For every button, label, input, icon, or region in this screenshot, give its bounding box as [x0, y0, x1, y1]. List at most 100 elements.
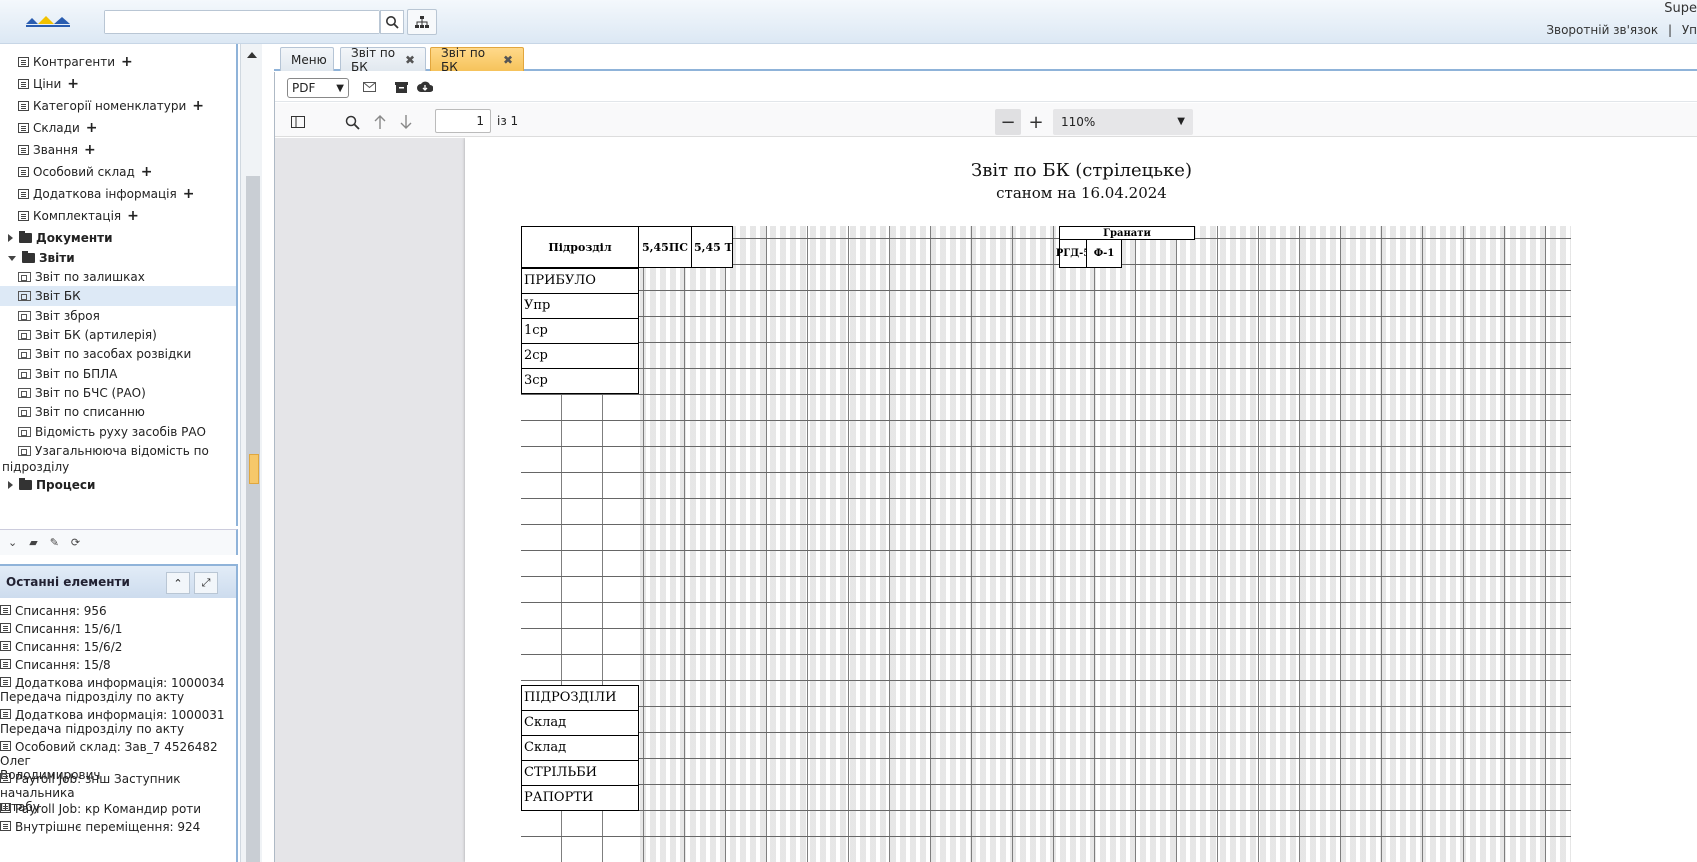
navigation-tree: Контрагенти + Ціни + Категорії номенклатури +… [0, 44, 238, 526]
sidebar-item[interactable]: Особовий склад + [0, 162, 236, 182]
list-icon [0, 641, 11, 651]
close-icon[interactable]: ✖ [405, 53, 415, 67]
recent-item[interactable]: Payroll Job: кр Командир роти [0, 802, 234, 816]
sidebar-item[interactable]: Додаткова інформація + [0, 184, 236, 204]
find-icon[interactable] [339, 109, 365, 135]
sidebar-item-label-continuation: підрозділу [2, 460, 70, 474]
edit-icon[interactable]: ✎ [50, 536, 59, 549]
sidebar-item[interactable]: Документи [0, 228, 236, 248]
sidebar-item[interactable]: Категорії номенклатури + [0, 96, 236, 116]
sidebar-item[interactable]: Процеси [0, 475, 236, 495]
recent-item[interactable]: Списання: 15/8 [0, 658, 234, 672]
zoom-in-button[interactable]: + [1023, 109, 1049, 135]
org-structure-button[interactable] [407, 9, 437, 35]
scroll-up-icon[interactable] [247, 52, 257, 58]
list-icon [0, 821, 11, 831]
recent-item[interactable]: Внутрішнє переміщення: 924 [0, 820, 234, 834]
list-icon [18, 167, 29, 177]
sidebar-item[interactable]: Звіт БК (артилерія) [0, 325, 236, 345]
cloud-download-icon[interactable] [417, 79, 433, 95]
format-select[interactable]: PDF ▼ [287, 78, 349, 98]
expand-panel-button[interactable]: ⤢ [194, 572, 218, 594]
scrollbar-thumb[interactable] [246, 176, 260, 862]
recent-item[interactable]: Додаткова информація: 1000034 Передача пі… [0, 676, 234, 704]
previous-page-icon[interactable] [367, 109, 393, 135]
sidebar-item[interactable]: Контрагенти + [0, 52, 236, 72]
page-number-input[interactable]: 1 [435, 109, 491, 133]
tab-menu[interactable]: Меню [280, 47, 334, 71]
add-icon[interactable]: + [121, 54, 133, 70]
sidebar-item[interactable]: Звання + [0, 140, 236, 160]
add-icon[interactable]: + [67, 76, 79, 92]
sidebar-item[interactable]: Звіт по засобах розвідки [0, 344, 236, 364]
add-icon[interactable]: + [183, 186, 195, 202]
zoom-value: 110% [1061, 115, 1096, 129]
feedback-link[interactable]: Зворотній зв'язок [1546, 23, 1658, 37]
recent-item[interactable]: Списання: 15/6/1 [0, 622, 234, 636]
add-icon[interactable]: + [141, 164, 153, 180]
collapsed-arrow-icon[interactable] [8, 481, 13, 489]
zoom-out-button[interactable]: − [995, 109, 1021, 135]
sidebar-item[interactable]: Склади + [0, 118, 236, 138]
add-icon[interactable]: + [86, 120, 98, 136]
tab-bk-report-1[interactable]: Звіт по БК ✖ [340, 46, 426, 74]
sidebar-item[interactable]: Звіт по БПЛА [0, 364, 236, 384]
recent-item[interactable]: Списання: 956 [0, 604, 234, 618]
collapse-all-icon[interactable]: ⌄ [8, 536, 17, 549]
folder-icon [19, 478, 32, 490]
report-subtitle: станом на 16.04.2024 [996, 184, 1167, 202]
sidebar-toggle-icon[interactable] [285, 109, 311, 135]
collapse-panel-button[interactable]: ⌃ [166, 572, 190, 594]
tab-bk-report-2[interactable]: Звіт по БК ✖ [430, 46, 524, 74]
archive-icon[interactable] [393, 79, 409, 95]
sidebar: Контрагенти + Ціни + Категорії номенклатури +… [0, 44, 240, 862]
collapsed-arrow-icon[interactable] [8, 234, 13, 242]
refresh-icon[interactable]: ⟳ [71, 536, 80, 549]
document-area[interactable]: Звіт по БК (стрілецьке) станом на 16.04.… [275, 138, 1697, 862]
search-icon [386, 16, 399, 29]
list-icon [18, 189, 29, 199]
sidebar-item[interactable]: Звіт по залишках [0, 267, 236, 287]
manage-link[interactable]: Уп [1682, 23, 1697, 37]
sidebar-item[interactable]: Звіт БК [0, 286, 236, 306]
search-button[interactable] [380, 10, 404, 34]
report-viewer: PDF ▼ 1 із 1 − + 110% ▼ Звіт по БК (стрі… [274, 72, 1697, 862]
folder-icon[interactable]: ▰ [29, 536, 37, 549]
sidebar-item-label: Комплектація [33, 209, 122, 223]
format-value: PDF [292, 81, 316, 95]
sidebar-item[interactable]: Комплектація + [0, 206, 236, 226]
zoom-select[interactable]: 110% ▼ [1053, 109, 1193, 135]
report-icon [18, 369, 31, 379]
expanded-arrow-icon[interactable] [8, 255, 16, 261]
splitter-handle[interactable] [249, 454, 259, 484]
sidebar-item[interactable]: Звіт по БЧС (РАО) [0, 383, 236, 403]
sidebar-item[interactable]: Ціни + [0, 74, 236, 94]
sidebar-item[interactable]: Відомість руху засобів РАО [0, 422, 236, 442]
recent-item-label-line2: Передача підрозділу по акту [0, 690, 185, 704]
report-row-header: Склад [521, 710, 639, 736]
add-icon[interactable]: + [84, 142, 96, 158]
close-icon[interactable]: ✖ [503, 53, 513, 67]
search-input[interactable] [105, 11, 379, 33]
sidebar-item[interactable]: Звіти [0, 248, 236, 268]
report-row-header: РАПОРТИ [521, 785, 639, 811]
app-logo[interactable] [24, 12, 72, 30]
list-icon [0, 677, 11, 687]
recent-item-label: Payroll Job: кр Командир роти [15, 802, 202, 816]
add-icon[interactable]: + [192, 98, 204, 114]
list-icon [0, 605, 11, 615]
user-name[interactable]: Supe [1664, 1, 1697, 16]
report-row-header: 3ср [521, 368, 639, 394]
recent-item[interactable]: Додаткова информація: 1000031 Передача пі… [0, 708, 234, 736]
recent-item[interactable]: Списання: 15/6/2 [0, 640, 234, 654]
add-icon[interactable]: + [127, 208, 139, 224]
sidebar-item-label: Звіт БК [35, 289, 81, 303]
sidebar-item[interactable]: Звіт по списанню [0, 402, 236, 422]
email-icon[interactable] [361, 79, 377, 95]
recent-item-label: Внутрішнє переміщення: 924 [15, 820, 201, 834]
top-links: Зворотній зв'язок | Уп [1546, 23, 1697, 37]
sidebar-item-label: Звіт зброя [35, 309, 100, 323]
next-page-icon[interactable] [393, 109, 419, 135]
sidebar-scrollbar[interactable] [240, 44, 262, 862]
sidebar-item[interactable]: Звіт зброя [0, 306, 236, 326]
